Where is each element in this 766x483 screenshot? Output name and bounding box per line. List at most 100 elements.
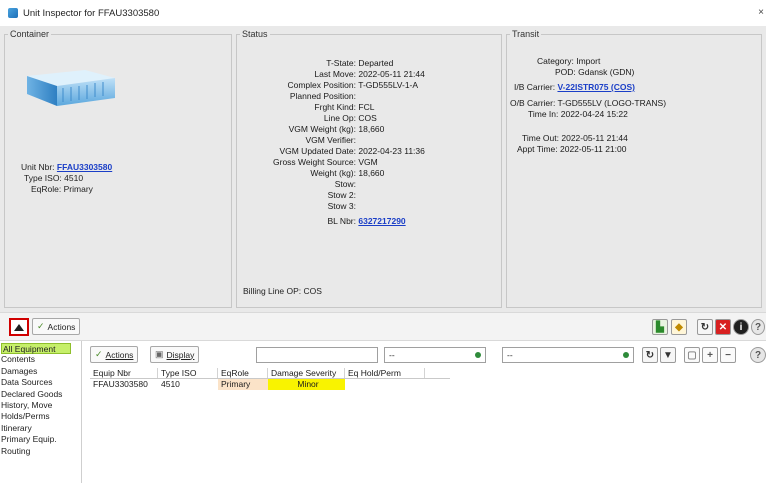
status-row: Stow 2: <box>327 190 356 200</box>
table-row[interactable]: FFAU3303580 4510 Primary Minor <box>90 379 450 390</box>
title-bar: Unit Inspector for FFAU3303580 × <box>0 0 766 26</box>
info-icon[interactable]: i <box>733 319 749 335</box>
filter-input[interactable] <box>256 347 378 363</box>
actions-button-label: Actions <box>47 321 76 332</box>
status-row: Gross Weight Source: VGM <box>273 157 378 167</box>
delete-icon[interactable]: ✕ <box>715 319 731 335</box>
sidebar-item-itinerary[interactable]: Itinerary <box>0 423 81 434</box>
column-header[interactable]: Damage Severity <box>268 368 345 378</box>
note-icon[interactable]: ◆ <box>671 319 687 335</box>
ib-carrier-link[interactable]: V-22ISTR075 (COS) <box>557 82 634 92</box>
filter-combo-2[interactable]: -- <box>502 347 634 363</box>
filter-combo-2-value: -- <box>507 350 513 360</box>
actions-button[interactable]: ✓ Actions <box>32 318 81 335</box>
transit-category: Category: Import <box>537 56 601 66</box>
sidebar-item-declared-goods[interactable]: Declared Goods <box>0 389 81 400</box>
equipment-area: All Equipment Contents Damages Data Sour… <box>0 340 766 483</box>
collapse-button[interactable] <box>9 318 29 336</box>
filter-combo-1-value: -- <box>389 350 395 360</box>
filter-icon[interactable]: ▼ <box>660 347 676 363</box>
remove-icon[interactable]: − <box>720 347 736 363</box>
time-out: Time Out: 2022-05-11 21:44 <box>522 133 628 143</box>
filter-combo-1[interactable]: -- <box>384 347 486 363</box>
status-list: T-State: Departed Last Move: 2022-05-11 … <box>240 58 480 227</box>
status-row: Stow: <box>334 179 356 189</box>
type-iso-row: Type ISO: 4510 <box>24 173 83 184</box>
status-row: Frght Kind: FCL <box>314 102 375 112</box>
display-label: Display <box>166 349 195 360</box>
column-header[interactable]: EqRole <box>218 368 268 378</box>
status-row: T-State: Departed <box>326 58 394 68</box>
status-row: Last Move: 2022-05-11 21:44 <box>314 69 425 79</box>
table-header: Equip Nbr Type ISO EqRole Damage Severit… <box>90 368 450 379</box>
billing-line-op: Billing Line OP: COS <box>243 286 322 296</box>
sidebar-item-holds-perms[interactable]: Holds/Perms <box>0 411 81 422</box>
status-row: VGM Weight (kg): 18,660 <box>288 124 385 134</box>
unit-nbr-label: Unit Nbr: <box>21 162 55 172</box>
refresh-icon[interactable]: ↻ <box>697 319 713 335</box>
display-button[interactable]: ▣ Display <box>150 346 200 363</box>
cell-eqrole: Primary <box>218 379 268 390</box>
unit-details-area: Container Unit Nbr: FFAU3303580 Type ISO… <box>0 26 766 312</box>
unit-nbr-link[interactable]: FFAU3303580 <box>57 162 112 172</box>
unit-nbr-row: Unit Nbr: FFAU3303580 <box>21 162 112 173</box>
bl-nbr-label: BL Nbr: <box>327 216 356 226</box>
cell-damage-severity: Minor <box>268 379 345 390</box>
column-header[interactable]: Eq Hold/Perm <box>345 368 425 378</box>
status-row: Complex Position: T-GD555LV-1-A <box>287 80 419 90</box>
sidebar-item-contents[interactable]: Contents <box>0 354 81 365</box>
status-row: Planned Position: <box>289 91 356 101</box>
equipment-actions-label: Actions <box>105 349 134 360</box>
transit-pod: POD: Gdansk (GDN) <box>555 67 635 77</box>
status-row: VGM Verifier: <box>305 135 356 145</box>
eqrole-row: EqRole: Primary <box>31 184 93 195</box>
bl-nbr-link[interactable]: 6327217290 <box>358 216 405 226</box>
cell-equip-nbr: FFAU3303580 <box>93 379 148 389</box>
status-panel-legend: Status <box>240 29 270 39</box>
equipment-actions-button[interactable]: ✓ Actions <box>90 346 139 363</box>
dropdown-icon <box>623 352 629 358</box>
type-iso-value: 4510 <box>64 173 84 183</box>
sidebar-item-damages[interactable]: Damages <box>0 366 81 377</box>
check-icon: ✓ <box>37 321 45 331</box>
inspector-toolbar: ✓ Actions ▙ ◆ ↻ ✕ i ? <box>0 312 766 340</box>
column-header[interactable]: Equip Nbr <box>90 368 158 378</box>
cell-hold-perm <box>345 379 425 390</box>
time-in: Time In: 2022-04-24 15:22 <box>528 109 628 119</box>
copy-icon[interactable]: ▢ <box>684 347 700 363</box>
sidebar-item-routing[interactable]: Routing <box>0 446 81 457</box>
status-row: Stow 3: <box>327 201 356 211</box>
eqrole-label: EqRole: <box>31 184 62 194</box>
column-header[interactable]: Type ISO <box>158 368 218 378</box>
type-iso-label: Type ISO: <box>24 173 62 183</box>
status-row: Line Op: COS <box>323 113 377 123</box>
triangle-up-icon <box>14 323 24 331</box>
cell-type-iso: 4510 <box>161 379 180 389</box>
eqrole-value: Primary <box>63 184 93 194</box>
bl-nbr-row: BL Nbr: 6327217290 <box>240 216 480 227</box>
export-icon[interactable]: ▙ <box>652 319 668 335</box>
sidebar-item-data-sources[interactable]: Data Sources <box>0 377 81 388</box>
sidebar-item-history-move[interactable]: History, Move <box>0 400 81 411</box>
dropdown-icon <box>475 352 481 358</box>
close-icon[interactable]: × <box>758 7 764 18</box>
help-icon[interactable]: ? <box>750 347 766 363</box>
ib-carrier-row: I/B Carrier: V-22ISTR075 (COS) <box>514 82 635 93</box>
sidebar-item-all-equipment[interactable]: All Equipment <box>1 343 71 355</box>
ob-carrier: O/B Carrier: T-GD555LV (LOGO-TRANS) <box>510 98 667 108</box>
status-row: VGM Updated Date: 2022-04-23 11:36 <box>279 146 425 156</box>
app-icon <box>8 8 18 18</box>
check-icon: ✓ <box>95 349 103 359</box>
sidebar-item-primary-equip[interactable]: Primary Equip. <box>0 434 81 445</box>
help-icon[interactable]: ? <box>751 319 765 335</box>
add-icon[interactable]: + <box>702 347 718 363</box>
window-title: Unit Inspector for FFAU3303580 <box>23 7 160 19</box>
equipment-table: Equip Nbr Type ISO EqRole Damage Severit… <box>90 368 450 390</box>
container-panel-legend: Container <box>8 29 52 39</box>
transit-panel-legend: Transit <box>510 29 542 39</box>
equipment-content: ✓ Actions ▣ Display -- -- ↻ ▼ ▢ + − ? Eq… <box>86 341 766 483</box>
refresh-icon[interactable]: ↻ <box>642 347 658 363</box>
ib-carrier-label: I/B Carrier: <box>514 82 556 92</box>
container-image <box>27 70 115 106</box>
display-icon: ▣ <box>155 349 164 359</box>
